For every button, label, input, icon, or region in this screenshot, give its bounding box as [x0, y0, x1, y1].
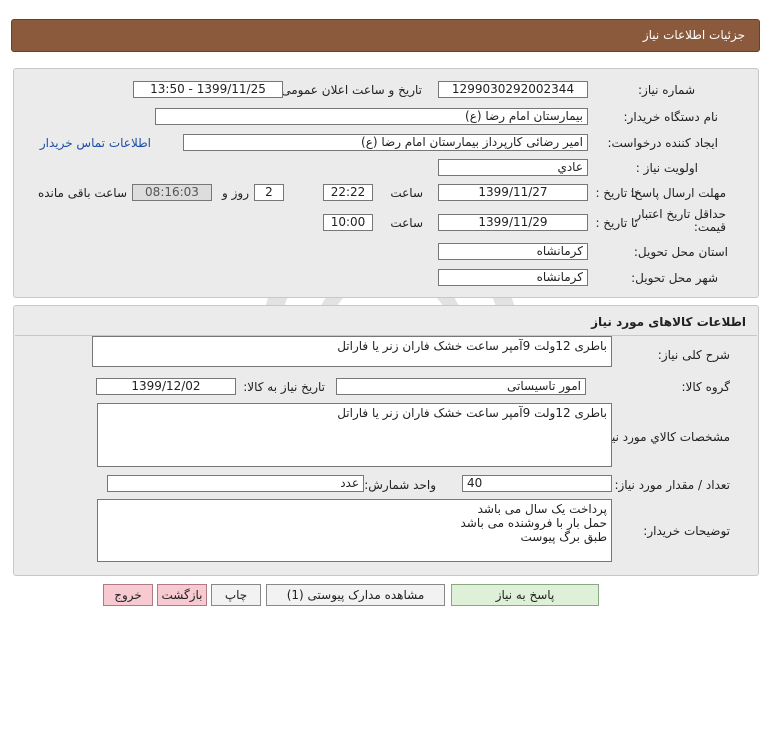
general-desc-field: باطری 12ولت 9آمپر ساعت خشک فاران زنر یا …: [92, 336, 612, 367]
need-date-label: تاریخ نیاز به کالا:: [243, 380, 325, 394]
buyer-notes-label: توضیحات خریدار:: [643, 524, 730, 538]
page-title: جزئیات اطلاعات نیاز: [642, 28, 745, 42]
unit-field: عدد: [107, 475, 364, 492]
need-number-field: 1299030292002344: [438, 81, 588, 98]
province-label: استان محل تحویل:: [633, 245, 728, 259]
reply-button[interactable]: پاسخ به نیاز: [451, 584, 599, 606]
priority-label: اولویت نیاز :: [635, 161, 698, 175]
validity-date-field: 1399/11/29: [438, 214, 588, 231]
requester-label: ایجاد کننده درخواست:: [607, 136, 718, 150]
buyer-notes-field: پرداخت یک سال می باشد حمل بار با فروشنده…: [97, 499, 612, 562]
validity-time-field: 10:00: [323, 214, 373, 231]
city-label: شهر محل تحویل:: [631, 271, 718, 285]
page-header: جزئیات اطلاعات نیاز: [11, 19, 760, 52]
goods-info-panel: اطلاعات کالاهای مورد نیاز شرح کلی نیاز: …: [13, 305, 759, 576]
buyer-contact-link[interactable]: اطلاعات تماس خریدار: [40, 136, 151, 150]
specs-field: باطری 12ولت 9آمپر ساعت خشک فاران زنر یا …: [97, 403, 612, 467]
goods-section-title: اطلاعات کالاهای مورد نیاز: [591, 315, 746, 329]
quantity-label: تعداد / مقدار مورد نیاز:: [614, 478, 730, 492]
remaining-time-field: 08:16:03: [132, 184, 212, 201]
announce-date-label: تاریخ و ساعت اعلان عمومی:: [277, 83, 422, 97]
city-field: کرمانشاه: [438, 269, 588, 286]
need-number-label: شماره نیاز:: [638, 83, 695, 97]
goods-group-field: امور تاسیساتی: [336, 378, 586, 395]
exit-button[interactable]: خروج: [103, 584, 153, 606]
validity-until-label: تا تاریخ :: [595, 216, 638, 230]
validity-time-label: ساعت: [390, 216, 423, 230]
days-remaining-field: 2: [254, 184, 284, 201]
province-field: کرمانشاه: [438, 243, 588, 260]
priority-field: عادي: [438, 159, 588, 176]
specs-label: مشخصات کالاي مورد نیاز:: [598, 430, 730, 444]
price-validity-label: حداقل تاریخ اعتبار قیمت:: [635, 207, 726, 234]
deadline-date-field: 1399/11/27: [438, 184, 588, 201]
remaining-label: ساعت باقی مانده: [37, 186, 127, 200]
buyer-org-field: بیمارستان امام رضا (ع): [155, 108, 588, 125]
announce-date-field: 1399/11/25 - 13:50: [133, 81, 283, 98]
quantity-field: 40: [462, 475, 612, 492]
unit-label: واحد شمارش:: [364, 478, 436, 492]
deadline-time-field: 22:22: [323, 184, 373, 201]
deadline-until-label: تا تاریخ :: [595, 186, 638, 200]
view-attachments-button[interactable]: مشاهده مدارک پیوستی (1): [266, 584, 445, 606]
days-label: روز و: [222, 186, 249, 200]
need-date-field: 1399/12/02: [96, 378, 236, 395]
deadline-label: مهلت ارسال پاسخ:: [630, 186, 726, 200]
buyer-org-label: نام دستگاه خریدار:: [623, 110, 719, 124]
need-info-panel: شماره نیاز: 1299030292002344 تاریخ و ساع…: [13, 68, 759, 298]
print-button[interactable]: چاپ: [211, 584, 261, 606]
general-desc-label: شرح کلی نیاز:: [657, 348, 730, 362]
deadline-time-label: ساعت: [390, 186, 423, 200]
goods-group-label: گروه کالا:: [681, 380, 731, 394]
requester-field: امیر رضائی کارپرداز بیمارستان امام رضا (…: [183, 134, 588, 151]
back-button[interactable]: بازگشت: [157, 584, 207, 606]
